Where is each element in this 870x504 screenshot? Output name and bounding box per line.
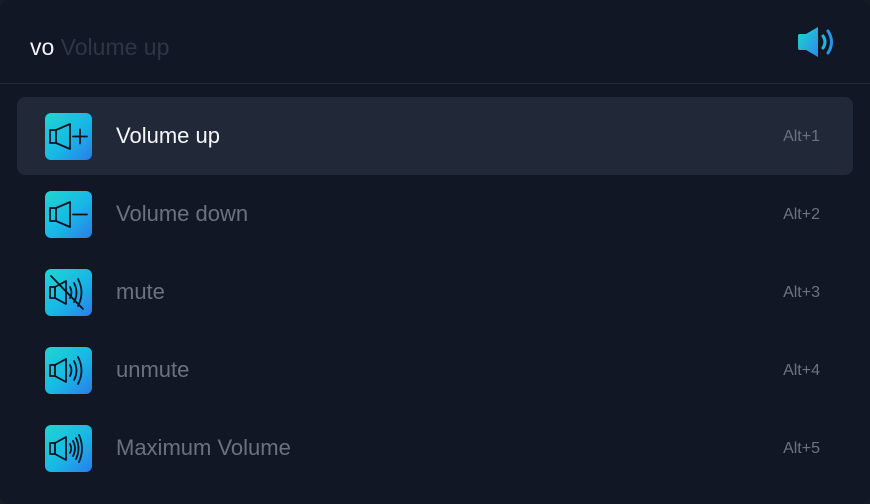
shortcut-hint: Alt+1 [783, 128, 820, 145]
result-item-maximum-volume[interactable]: Maximum Volume Alt+5 [17, 409, 853, 487]
result-label: Volume up [116, 123, 220, 148]
results-list: Volume up Alt+1 Volume down Alt+2 mute A… [17, 97, 853, 487]
shortcut-hint: Alt+4 [783, 362, 820, 379]
result-label: unmute [116, 357, 190, 382]
result-label: Maximum Volume [116, 435, 291, 460]
speaker-icon [796, 25, 840, 59]
search-suggestion-text: Volume up [54, 34, 170, 60]
volume-down-icon [45, 191, 92, 238]
search-bar[interactable]: vo Volume up [0, 0, 870, 84]
result-label: Volume down [116, 201, 249, 226]
result-item-unmute[interactable]: unmute Alt+4 [17, 331, 853, 409]
result-label: mute [116, 279, 165, 304]
mute-icon [45, 269, 92, 316]
shortcut-hint: Alt+5 [783, 440, 820, 457]
result-item-volume-down[interactable]: Volume down Alt+2 [17, 175, 853, 253]
result-item-mute[interactable]: mute Alt+3 [17, 253, 853, 331]
volume-up-icon [45, 113, 92, 160]
max-volume-icon [45, 425, 92, 472]
unmute-icon [45, 347, 92, 394]
shortcut-hint: Alt+2 [783, 206, 820, 223]
search-typed-text: vo [30, 34, 55, 60]
shortcut-hint: Alt+3 [783, 284, 820, 301]
result-item-volume-up[interactable]: Volume up Alt+1 [17, 97, 853, 175]
search-input[interactable]: vo Volume up [30, 33, 169, 61]
launcher-window: vo Volume up Volume up Alt+1 Volume down… [0, 0, 870, 504]
